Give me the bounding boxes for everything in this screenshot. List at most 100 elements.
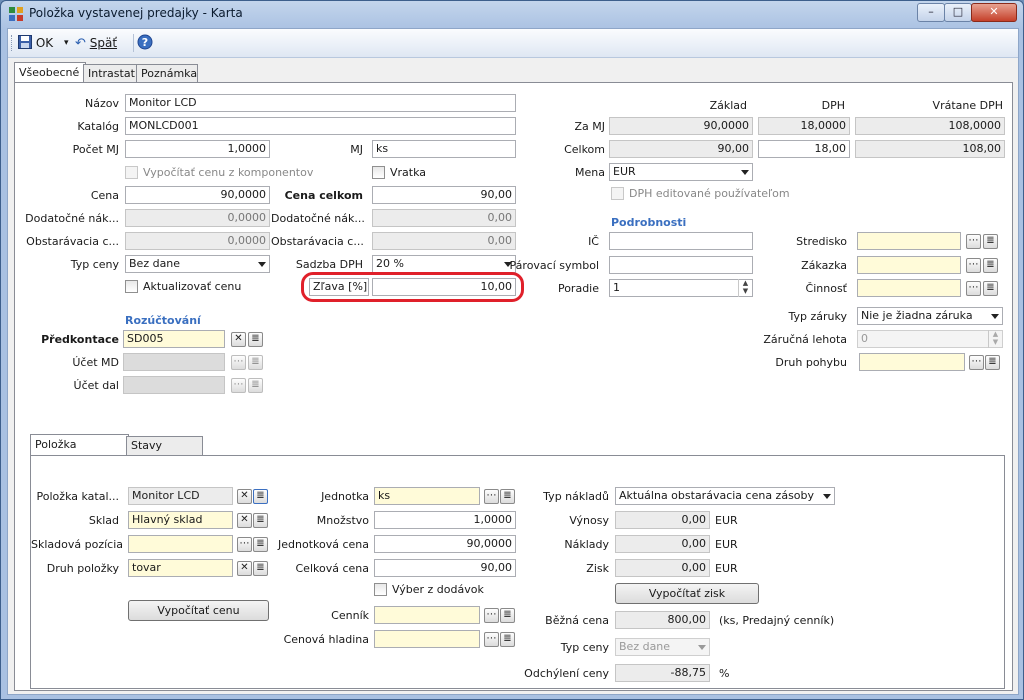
list-button[interactable]: ≣ [985, 355, 1000, 370]
typ-zaruky-select[interactable]: Nie je žiadna záruka [857, 307, 1003, 325]
celkova-cena-field[interactable]: 90,00 [374, 559, 516, 577]
ellipsis-icon: ⋯ [233, 356, 244, 367]
toolbar-grip [11, 35, 14, 51]
list-button[interactable]: ≣ [983, 281, 998, 296]
typ-nakladu-select[interactable]: Aktuálna obstarávacia cena zásoby [615, 487, 835, 505]
tab-stavy-zasoby[interactable]: Stavy zásoby [126, 436, 203, 470]
bezna-cena-field: 800,00 [615, 611, 710, 629]
typ-ceny-katalog-label: Typ ceny [560, 641, 609, 654]
druh-pohybu-field[interactable] [859, 353, 965, 371]
browse-button[interactable]: ⋯ [966, 258, 981, 273]
katalog-field[interactable]: MONLCD001 [125, 117, 516, 135]
pocet-mj-field[interactable]: 1,0000 [125, 140, 270, 158]
ok-dropdown-arrow[interactable]: ▾ [64, 34, 69, 52]
mj-label: MJ [350, 143, 363, 156]
list-button[interactable]: ≣ [253, 513, 268, 528]
ellipsis-icon: ⋯ [486, 633, 497, 644]
mena-label: Mena [575, 166, 605, 179]
browse-button[interactable]: ⋯ [484, 632, 499, 647]
skladova-pozicia-field[interactable] [128, 535, 233, 553]
list-button: ≣ [248, 378, 263, 393]
list-button[interactable]: ≣ [983, 234, 998, 249]
parovaci-symbol-field[interactable] [609, 256, 753, 274]
tab-intrastat[interactable]: Intrastat [83, 64, 139, 83]
clear-button[interactable]: ✕ [231, 332, 246, 347]
list-button[interactable]: ≣ [248, 332, 263, 347]
list-icon: ≣ [256, 514, 265, 525]
browse-button[interactable]: ⋯ [969, 355, 984, 370]
nazov-field[interactable]: Monitor LCD [125, 94, 516, 112]
poradie-field[interactable]: 1 [609, 279, 753, 297]
typ-zaruky-label: Typ záruky [788, 310, 848, 323]
minimize-icon: – [928, 5, 934, 18]
zlava-field[interactable]: 10,00 [372, 278, 516, 296]
browse-button[interactable]: ⋯ [237, 537, 252, 552]
vyber-z-dodavok-label: Výber z dodávok [392, 583, 484, 596]
tab-poznamka[interactable]: Poznámka [136, 64, 198, 83]
sadzba-dph-select[interactable]: 20 % [372, 255, 516, 273]
jednotkova-cena-field[interactable]: 90,0000 [374, 535, 516, 553]
vypocitat-cenu-button[interactable]: Vypočítať cenu [128, 600, 269, 621]
list-button[interactable]: ≣ [500, 489, 515, 504]
druh-polozky-field[interactable]: tovar [128, 559, 233, 577]
list-button[interactable]: ≣ [253, 537, 268, 552]
mnozstvo-field[interactable]: 1,0000 [374, 511, 516, 529]
polozka-katalogu-field[interactable]: Monitor LCD [128, 487, 233, 505]
back-button[interactable]: ↶ Späť [75, 34, 117, 52]
cenova-hladina-field[interactable] [374, 630, 480, 648]
cena-field[interactable]: 90,0000 [125, 186, 270, 204]
chevron-down-icon [698, 645, 706, 650]
dodatocne-naklady-label: Dodatočné nák... [25, 212, 119, 225]
ok-button[interactable]: OK [18, 34, 53, 52]
obstaravacia-cena-celkom-field: 0,00 [372, 232, 516, 250]
clear-x-icon: ✕ [240, 562, 249, 573]
close-button[interactable]: ✕ [971, 3, 1017, 22]
vyber-z-dodavok-checkbox[interactable] [374, 583, 387, 596]
typ-ceny-select[interactable]: Bez dane [125, 255, 270, 273]
list-icon: ≣ [986, 259, 995, 270]
jednotka-field[interactable]: ks [374, 487, 480, 505]
list-button[interactable]: ≣ [253, 489, 268, 504]
vypocitat-zisk-button[interactable]: Vypočítať zisk [615, 583, 759, 604]
tab-vseobecne[interactable]: Všeobecné [14, 62, 86, 83]
vypocitat-z-komponentov-checkbox[interactable] [125, 166, 138, 179]
obstaravacia-cena-celkom-label: Obstarávacia c... [271, 235, 364, 248]
browse-button[interactable]: ⋯ [484, 489, 499, 504]
mnozstvo-label: Množstvo [316, 514, 369, 527]
maximize-button[interactable]: □ [944, 3, 972, 22]
vratka-checkbox[interactable] [372, 166, 385, 179]
stredisko-field[interactable] [857, 232, 961, 250]
browse-button[interactable]: ⋯ [966, 281, 981, 296]
zisk-label: Zisk [586, 562, 609, 575]
browse-button[interactable]: ⋯ [966, 234, 981, 249]
clear-button[interactable]: ✕ [237, 513, 252, 528]
dph-editovane-checkbox[interactable] [611, 187, 624, 200]
dialog-window: Položka vystavenej predajky - Karta – □ … [0, 0, 1024, 700]
mj-field[interactable]: ks [372, 140, 516, 158]
zakazka-field[interactable] [857, 256, 961, 274]
list-button[interactable]: ≣ [500, 608, 515, 623]
list-button[interactable]: ≣ [500, 632, 515, 647]
list-button[interactable]: ≣ [253, 561, 268, 576]
poradie-spinner[interactable]: ▲ ▼ [738, 279, 752, 297]
browse-button[interactable]: ⋯ [484, 608, 499, 623]
mena-select[interactable]: EUR [609, 163, 753, 181]
help-button[interactable]: ? [137, 34, 153, 52]
tab-polozka-katalogu[interactable]: Položka katalógu [30, 434, 129, 471]
list-button[interactable]: ≣ [983, 258, 998, 273]
cena-celkom-field[interactable]: 90,00 [372, 186, 516, 204]
ic-field[interactable] [609, 232, 753, 250]
sklad-field[interactable]: Hlavný sklad [128, 511, 233, 529]
clear-button[interactable]: ✕ [237, 561, 252, 576]
clear-button[interactable]: ✕ [237, 489, 252, 504]
list-icon: ≣ [988, 356, 997, 367]
poradie-label: Poradie [557, 282, 599, 295]
cennik-field[interactable] [374, 606, 480, 624]
celkom-dph-field[interactable]: 18,00 [758, 140, 850, 158]
minimize-button[interactable]: – [917, 3, 945, 22]
cinnost-field[interactable] [857, 279, 961, 297]
list-icon: ≣ [503, 633, 512, 644]
aktualizovat-cenu-checkbox[interactable] [125, 280, 138, 293]
odchyleni-ceny-unit: % [719, 667, 730, 680]
predkontace-field[interactable]: SD005 [123, 330, 225, 348]
